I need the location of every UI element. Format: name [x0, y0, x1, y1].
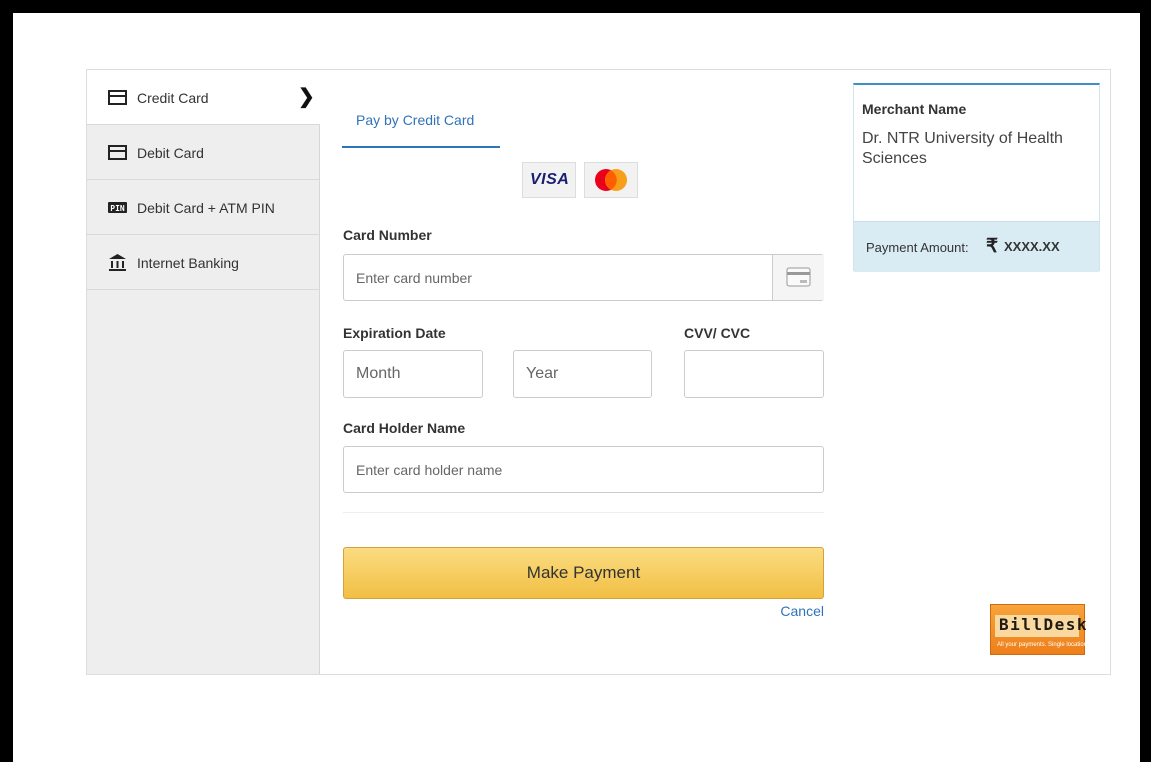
visa-text: VISA — [530, 171, 570, 188]
generic-card-icon — [786, 267, 811, 287]
payment-panel: Credit Card ❯ Debit Card PIN Debit Card … — [86, 69, 1111, 675]
expiration-date-label: Expiration Date — [343, 325, 446, 341]
billdesk-logo: BillDesk All your payments. Single locat… — [990, 604, 1089, 655]
bank-icon — [109, 254, 126, 271]
card-holder-name-input[interactable] — [343, 446, 824, 493]
billdesk-tagline: All your payments. Single location. — [997, 642, 1089, 648]
sidebar-item-credit-card[interactable]: Credit Card ❯ — [87, 70, 320, 125]
sidebar-item-debit-card-atm-pin[interactable]: PIN Debit Card + ATM PIN — [87, 180, 319, 235]
tab-label: Pay by Credit Card — [356, 112, 475, 128]
card-number-label: Card Number — [343, 227, 432, 243]
merchant-name-label: Merchant Name — [862, 101, 967, 117]
pin-icon: PIN — [108, 202, 127, 213]
merchant-name: Dr. NTR University of Health Sciences — [862, 130, 1063, 167]
sidebar-item-label: Internet Banking — [137, 255, 239, 271]
window-left-border — [0, 0, 13, 762]
card-holder-name-label: Card Holder Name — [343, 420, 466, 436]
payment-method-sidebar: Credit Card ❯ Debit Card PIN Debit Card … — [87, 70, 320, 674]
mastercard-icon — [595, 169, 627, 191]
card-icon — [108, 145, 127, 160]
cancel-link[interactable]: Cancel — [767, 603, 824, 619]
tab-pay-by-credit-card[interactable]: Pay by Credit Card — [342, 100, 500, 148]
chevron-right-icon: ❯ — [298, 86, 315, 108]
form-divider — [343, 512, 824, 513]
merchant-info-box: Merchant Name Dr. NTR University of Heal… — [853, 83, 1100, 272]
cvv-input[interactable] — [684, 350, 824, 398]
visa-logo: VISA — [522, 162, 576, 198]
svg-text:PIN: PIN — [110, 204, 125, 213]
sidebar-item-label: Debit Card + ATM PIN — [137, 200, 275, 216]
sidebar-item-debit-card[interactable]: Debit Card — [87, 125, 319, 180]
mastercard-logo — [584, 162, 638, 198]
billdesk-wordmark: BillDesk — [999, 615, 1089, 634]
card-addon — [772, 255, 824, 300]
payment-amount-value: XXXX.XX — [1004, 239, 1060, 254]
window-right-border — [1140, 0, 1151, 762]
card-icon — [108, 90, 127, 105]
make-payment-button[interactable]: Make Payment — [343, 547, 824, 599]
payment-amount-label: Payment Amount: — [866, 240, 969, 255]
sidebar-item-label: Credit Card — [137, 90, 209, 106]
sidebar-item-label: Debit Card — [137, 145, 204, 161]
cvv-label: CVV/ CVC — [684, 325, 751, 341]
window-top-border — [0, 0, 1151, 13]
card-number-input[interactable] — [344, 255, 772, 300]
sidebar-item-internet-banking[interactable]: Internet Banking — [87, 235, 319, 290]
card-number-group — [343, 254, 824, 301]
expiry-year-input[interactable] — [513, 350, 652, 398]
rupee-icon: ₹ — [986, 236, 999, 257]
payment-amount-bar: Payment Amount: ₹ XXXX.XX — [854, 221, 1099, 272]
expiry-month-input[interactable] — [343, 350, 483, 398]
